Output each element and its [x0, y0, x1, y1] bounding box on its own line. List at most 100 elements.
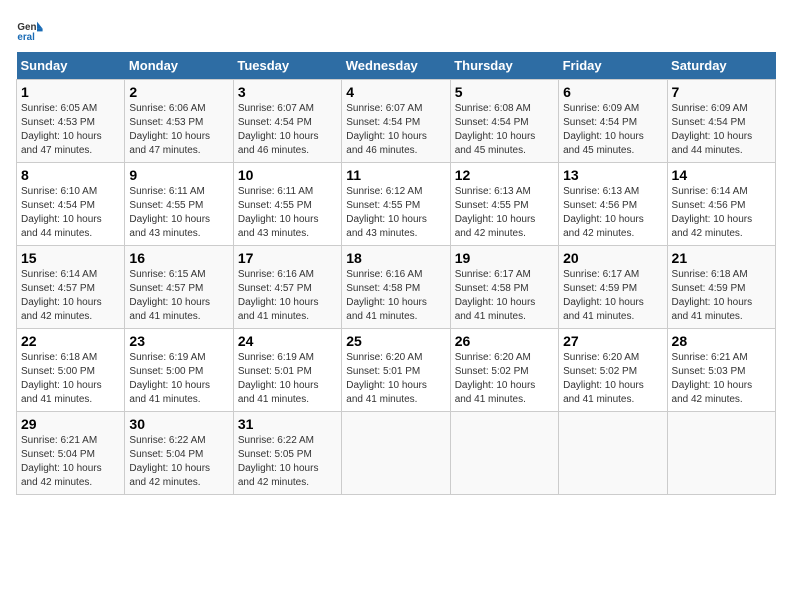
- sunset-label: Sunset: 4:54 PM: [346, 117, 420, 128]
- daylight-label: Daylight: 10 hours: [346, 131, 427, 142]
- daylight-minutes: and 46 minutes.: [238, 145, 309, 156]
- sunrise-label: Sunrise: 6:17 AM: [455, 269, 531, 280]
- weekday-header-monday: Monday: [125, 52, 233, 80]
- daylight-minutes: and 41 minutes.: [129, 311, 200, 322]
- day-info: Sunrise: 6:14 AM Sunset: 4:56 PM Dayligh…: [672, 185, 771, 241]
- day-number: 6: [563, 84, 662, 100]
- sunrise-label: Sunrise: 6:20 AM: [455, 352, 531, 363]
- sunrise-label: Sunrise: 6:17 AM: [563, 269, 639, 280]
- day-number: 31: [238, 416, 337, 432]
- calendar-cell: 1 Sunrise: 6:05 AM Sunset: 4:53 PM Dayli…: [17, 80, 125, 163]
- day-info: Sunrise: 6:09 AM Sunset: 4:54 PM Dayligh…: [563, 102, 662, 158]
- sunrise-label: Sunrise: 6:15 AM: [129, 269, 205, 280]
- sunset-label: Sunset: 4:59 PM: [563, 283, 637, 294]
- sunrise-label: Sunrise: 6:21 AM: [672, 352, 748, 363]
- sunset-label: Sunset: 5:04 PM: [21, 449, 95, 460]
- calendar-cell: 10 Sunrise: 6:11 AM Sunset: 4:55 PM Dayl…: [233, 163, 341, 246]
- day-number: 20: [563, 250, 662, 266]
- daylight-label: Daylight: 10 hours: [129, 214, 210, 225]
- logo-icon: Gen eral: [16, 16, 44, 44]
- calendar-cell: 22 Sunrise: 6:18 AM Sunset: 5:00 PM Dayl…: [17, 329, 125, 412]
- sunrise-label: Sunrise: 6:10 AM: [21, 186, 97, 197]
- calendar-cell: 6 Sunrise: 6:09 AM Sunset: 4:54 PM Dayli…: [559, 80, 667, 163]
- daylight-label: Daylight: 10 hours: [129, 297, 210, 308]
- daylight-label: Daylight: 10 hours: [21, 214, 102, 225]
- calendar-cell: 19 Sunrise: 6:17 AM Sunset: 4:58 PM Dayl…: [450, 246, 558, 329]
- week-row-3: 15 Sunrise: 6:14 AM Sunset: 4:57 PM Dayl…: [17, 246, 776, 329]
- day-number: 22: [21, 333, 120, 349]
- day-number: 1: [21, 84, 120, 100]
- svg-text:eral: eral: [17, 32, 35, 43]
- daylight-label: Daylight: 10 hours: [129, 380, 210, 391]
- sunrise-label: Sunrise: 6:16 AM: [346, 269, 422, 280]
- daylight-label: Daylight: 10 hours: [238, 380, 319, 391]
- day-info: Sunrise: 6:19 AM Sunset: 5:00 PM Dayligh…: [129, 351, 228, 407]
- day-info: Sunrise: 6:13 AM Sunset: 4:55 PM Dayligh…: [455, 185, 554, 241]
- sunrise-label: Sunrise: 6:13 AM: [455, 186, 531, 197]
- calendar-cell: 14 Sunrise: 6:14 AM Sunset: 4:56 PM Dayl…: [667, 163, 775, 246]
- sunrise-label: Sunrise: 6:21 AM: [21, 435, 97, 446]
- sunrise-label: Sunrise: 6:07 AM: [238, 103, 314, 114]
- day-info: Sunrise: 6:18 AM Sunset: 5:00 PM Dayligh…: [21, 351, 120, 407]
- daylight-minutes: and 41 minutes.: [346, 394, 417, 405]
- day-number: 5: [455, 84, 554, 100]
- daylight-minutes: and 46 minutes.: [346, 145, 417, 156]
- daylight-minutes: and 42 minutes.: [238, 477, 309, 488]
- sunset-label: Sunset: 4:54 PM: [21, 200, 95, 211]
- sunset-label: Sunset: 4:55 PM: [238, 200, 312, 211]
- day-info: Sunrise: 6:20 AM Sunset: 5:01 PM Dayligh…: [346, 351, 445, 407]
- daylight-minutes: and 45 minutes.: [455, 145, 526, 156]
- sunrise-label: Sunrise: 6:19 AM: [129, 352, 205, 363]
- day-number: 15: [21, 250, 120, 266]
- day-info: Sunrise: 6:12 AM Sunset: 4:55 PM Dayligh…: [346, 185, 445, 241]
- calendar-cell: 11 Sunrise: 6:12 AM Sunset: 4:55 PM Dayl…: [342, 163, 450, 246]
- day-info: Sunrise: 6:20 AM Sunset: 5:02 PM Dayligh…: [455, 351, 554, 407]
- daylight-label: Daylight: 10 hours: [672, 380, 753, 391]
- sunset-label: Sunset: 4:55 PM: [346, 200, 420, 211]
- day-info: Sunrise: 6:07 AM Sunset: 4:54 PM Dayligh…: [346, 102, 445, 158]
- day-number: 3: [238, 84, 337, 100]
- sunset-label: Sunset: 4:55 PM: [455, 200, 529, 211]
- day-info: Sunrise: 6:15 AM Sunset: 4:57 PM Dayligh…: [129, 268, 228, 324]
- day-info: Sunrise: 6:10 AM Sunset: 4:54 PM Dayligh…: [21, 185, 120, 241]
- day-number: 11: [346, 167, 445, 183]
- sunset-label: Sunset: 4:58 PM: [346, 283, 420, 294]
- daylight-label: Daylight: 10 hours: [563, 214, 644, 225]
- calendar-cell: 7 Sunrise: 6:09 AM Sunset: 4:54 PM Dayli…: [667, 80, 775, 163]
- sunset-label: Sunset: 4:59 PM: [672, 283, 746, 294]
- calendar-cell: [342, 412, 450, 495]
- daylight-label: Daylight: 10 hours: [672, 131, 753, 142]
- calendar-cell: 23 Sunrise: 6:19 AM Sunset: 5:00 PM Dayl…: [125, 329, 233, 412]
- sunset-label: Sunset: 4:55 PM: [129, 200, 203, 211]
- sunset-label: Sunset: 5:04 PM: [129, 449, 203, 460]
- sunset-label: Sunset: 4:58 PM: [455, 283, 529, 294]
- day-number: 24: [238, 333, 337, 349]
- header: Gen eral: [16, 16, 776, 44]
- day-info: Sunrise: 6:19 AM Sunset: 5:01 PM Dayligh…: [238, 351, 337, 407]
- day-number: 13: [563, 167, 662, 183]
- daylight-minutes: and 42 minutes.: [672, 228, 743, 239]
- sunrise-label: Sunrise: 6:11 AM: [129, 186, 204, 197]
- daylight-minutes: and 42 minutes.: [21, 477, 92, 488]
- day-number: 18: [346, 250, 445, 266]
- calendar-cell: 25 Sunrise: 6:20 AM Sunset: 5:01 PM Dayl…: [342, 329, 450, 412]
- daylight-minutes: and 45 minutes.: [563, 145, 634, 156]
- sunrise-label: Sunrise: 6:11 AM: [238, 186, 313, 197]
- weekday-header-friday: Friday: [559, 52, 667, 80]
- week-row-2: 8 Sunrise: 6:10 AM Sunset: 4:54 PM Dayli…: [17, 163, 776, 246]
- weekday-header-thursday: Thursday: [450, 52, 558, 80]
- calendar-cell: 15 Sunrise: 6:14 AM Sunset: 4:57 PM Dayl…: [17, 246, 125, 329]
- daylight-minutes: and 41 minutes.: [238, 311, 309, 322]
- sunrise-label: Sunrise: 6:09 AM: [672, 103, 748, 114]
- daylight-minutes: and 41 minutes.: [238, 394, 309, 405]
- daylight-minutes: and 41 minutes.: [129, 394, 200, 405]
- calendar-cell: 28 Sunrise: 6:21 AM Sunset: 5:03 PM Dayl…: [667, 329, 775, 412]
- daylight-label: Daylight: 10 hours: [455, 214, 536, 225]
- daylight-label: Daylight: 10 hours: [21, 463, 102, 474]
- day-number: 30: [129, 416, 228, 432]
- sunrise-label: Sunrise: 6:18 AM: [672, 269, 748, 280]
- day-info: Sunrise: 6:21 AM Sunset: 5:04 PM Dayligh…: [21, 434, 120, 490]
- calendar-cell: 21 Sunrise: 6:18 AM Sunset: 4:59 PM Dayl…: [667, 246, 775, 329]
- sunrise-label: Sunrise: 6:19 AM: [238, 352, 314, 363]
- daylight-label: Daylight: 10 hours: [238, 297, 319, 308]
